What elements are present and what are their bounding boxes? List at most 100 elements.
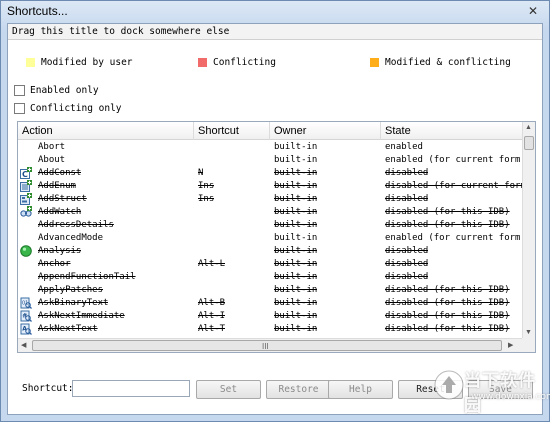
restore-button[interactable]: Restore: [266, 380, 331, 399]
search-text-icon: A: [20, 323, 32, 335]
cell-owner: built-in: [274, 285, 318, 295]
cell-shortcut: Ins: [198, 194, 215, 204]
horizontal-scroll-thumb[interactable]: III: [32, 340, 502, 351]
cell-owner: built-in: [274, 298, 318, 308]
vertical-scrollbar[interactable]: ▲ ▼: [522, 122, 535, 338]
cell-action: AppendFunctionTail: [38, 272, 136, 282]
cell-shortcut: Alt-B: [198, 298, 226, 308]
column-header-action[interactable]: Action: [18, 122, 194, 140]
enabled-only-checkbox[interactable]: [14, 85, 25, 96]
cell-action: About: [38, 155, 66, 165]
conflicting-only-checkbox[interactable]: [14, 103, 25, 114]
cell-owner: built-in: [274, 220, 318, 230]
legend-label: Conflicting: [213, 57, 276, 68]
cell-state: disabled: [385, 168, 429, 178]
cell-action: AdvancedMode: [38, 233, 104, 243]
cell-owner: built-in: [274, 259, 318, 269]
cell-state: disabled (for this IDB): [385, 207, 510, 217]
help-button[interactable]: Help: [328, 380, 393, 399]
cell-shortcut: Alt-T: [198, 324, 226, 334]
set-button[interactable]: Set: [196, 380, 261, 399]
cell-state: enabled: [385, 142, 423, 152]
window-title: Shortcuts...: [7, 4, 68, 18]
table-row[interactable]: Analysis built-in disabled: [18, 245, 523, 258]
table-row[interactable]: Abort built-in enabled: [18, 141, 523, 154]
horizontal-scrollbar[interactable]: ◀ III ▶: [18, 338, 523, 352]
shortcuts-window: Shortcuts... ✕ Drag this title to dock s…: [0, 0, 550, 422]
conflicting-only-row[interactable]: Conflicting only: [14, 103, 122, 114]
table-row[interactable]: AppendFunctionTail built-in disabled: [18, 271, 523, 284]
close-icon[interactable]: ✕: [525, 4, 541, 18]
column-header-owner[interactable]: Owner: [270, 122, 381, 140]
table-row[interactable]: AdvancedMode built-in enabled (for current…: [18, 232, 523, 245]
cell-owner: built-in: [274, 311, 318, 321]
cell-state: disabled: [385, 246, 429, 256]
cell-action: AskNextImmediate: [38, 311, 125, 321]
scroll-corner: [522, 338, 535, 352]
cell-action: AskBinaryText: [38, 298, 109, 308]
conflicting-only-label[interactable]: Conflicting only: [30, 103, 122, 114]
table-row[interactable]: A AskNextText Alt-T built-in disabled (for t…: [18, 323, 523, 336]
add-const-icon: C: [20, 167, 32, 179]
scroll-down-icon[interactable]: ▼: [525, 329, 532, 336]
shortcuts-table: Action Shortcut Owner State Abort built-i…: [17, 121, 536, 353]
cell-owner: built-in: [274, 194, 318, 204]
table-row[interactable]: # AskNextImmediate Alt-I built-in disabled (…: [18, 310, 523, 323]
table-row[interactable]: About built-in enabled (for current form): [18, 154, 523, 167]
scroll-left-icon[interactable]: ◀: [21, 341, 26, 349]
cell-shortcut: Alt-I: [198, 311, 226, 321]
cell-state: disabled: [385, 272, 429, 282]
cell-state: disabled: [385, 194, 429, 204]
table-row[interactable]: C AddConst Nbuilt-in disabled: [18, 167, 523, 180]
cell-owner: built-in: [274, 233, 318, 243]
dock-drag-handle[interactable]: Drag this title to dock somewhere else: [8, 24, 542, 40]
legend-swatch-orange: [370, 58, 379, 67]
cell-action: AddEnum: [38, 181, 76, 191]
cell-action: AddWatch: [38, 207, 82, 217]
cell-action: Anchor: [38, 259, 71, 269]
cell-state: disabled (for this IDB): [385, 220, 510, 230]
cell-action: AddConst: [38, 168, 82, 178]
cell-state: disabled: [385, 259, 429, 269]
table-row[interactable]: Anchor Alt-L built-in disabled: [18, 258, 523, 271]
scroll-up-icon[interactable]: ▲: [525, 124, 532, 131]
cell-action: AskNextText: [38, 324, 98, 334]
watermark-url: www.downxia.com: [471, 392, 550, 402]
table-row[interactable]: ApplyPatches built-in disabled (for this I…: [18, 284, 523, 297]
vertical-scroll-thumb[interactable]: [524, 136, 534, 150]
table-row[interactable]: AddStruct Ins built-in disabled: [18, 193, 523, 206]
svg-text:01: 01: [22, 301, 28, 307]
enabled-only-label[interactable]: Enabled only: [30, 85, 99, 96]
analysis-icon: [20, 245, 32, 257]
table-row[interactable]: AddressDetails built-in disabled (for this…: [18, 219, 523, 232]
shortcut-label: Shortcut:: [22, 383, 74, 394]
scroll-right-icon[interactable]: ▶: [508, 341, 513, 349]
column-header-shortcut[interactable]: Shortcut: [194, 122, 270, 140]
cell-state: disabled (for this IDB): [385, 324, 510, 334]
cell-owner: built-in: [274, 142, 318, 152]
watermark-text: 当下软件园: [464, 371, 536, 416]
table-row[interactable]: AddEnum Ins built-in disabled (for current …: [18, 180, 523, 193]
cell-owner: built-in: [274, 246, 318, 256]
scroll-grip-icon: III: [262, 342, 269, 351]
cell-shortcut: Alt-L: [198, 259, 226, 269]
cell-action: ApplyPatches: [38, 285, 104, 295]
cell-owner: built-in: [274, 207, 318, 217]
client-area: Drag this title to dock somewhere else M…: [7, 23, 543, 415]
legend-conflicting: Conflicting: [198, 57, 276, 68]
table-header: Action Shortcut Owner State: [18, 122, 523, 140]
enabled-only-row[interactable]: Enabled only: [14, 85, 99, 96]
shortcut-input[interactable]: [72, 380, 190, 397]
cell-shortcut: N: [198, 168, 204, 178]
legend-swatch-yellow: [26, 58, 35, 67]
column-header-state[interactable]: State: [381, 122, 523, 140]
title-bar[interactable]: Shortcuts... ✕: [1, 1, 549, 21]
table-row[interactable]: AddWatch built-in disabled (for this IDB): [18, 206, 523, 219]
table-body: Abort built-in enabled About built-in enabled…: [18, 141, 523, 338]
legend-swatch-red: [198, 58, 207, 67]
legend-modified-by-user: Modified by user: [26, 57, 133, 68]
search-binary-icon: 01: [20, 297, 32, 309]
cell-owner: built-in: [274, 272, 318, 282]
table-row[interactable]: 01 AskBinaryText Alt-B built-in disabled (fo…: [18, 297, 523, 310]
cell-owner: built-in: [274, 168, 318, 178]
